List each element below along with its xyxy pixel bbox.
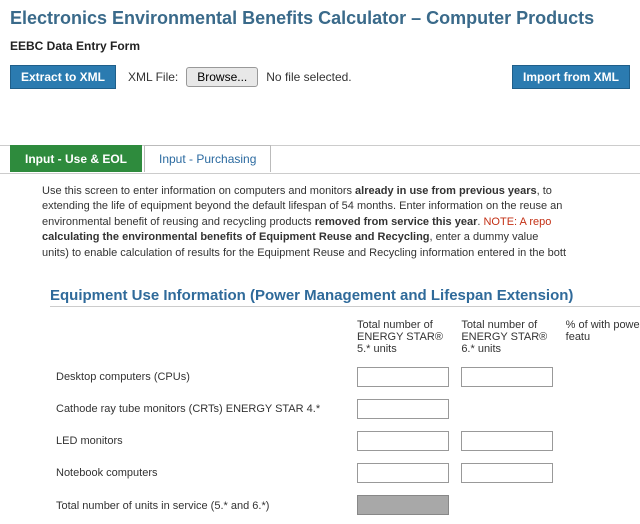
table-row: Notebook computers [50,457,640,489]
import-from-xml-button[interactable]: Import from XML [512,65,630,89]
row-label: Total number of units in service (5.* an… [50,489,351,524]
led-es5-input[interactable] [357,431,449,451]
page-title: Electronics Environmental Benefits Calcu… [0,0,640,33]
col-header-pct: % of with powe featu [560,315,640,361]
row-label: Desktop computers (CPUs) [50,361,351,393]
row-label: Cathode ray tube monitors (CRTs) ENERGY … [50,393,351,425]
tabs: Input - Use & EOL Input - Purchasing [0,145,640,172]
tab-input-use-eol[interactable]: Input - Use & EOL [10,145,142,172]
table-row: Desktop computers (CPUs) [50,361,640,393]
table-row: Cathode ray tube monitors (CRTs) ENERGY … [50,393,640,425]
col-header-es6: Total number of ENERGY STAR® 6.* units [455,315,559,361]
row-label: Notebook computers [50,457,351,489]
col-header-es5: Total number of ENERGY STAR® 5.* units [351,315,455,361]
toolbar: Extract to XML XML File: Browse... No fi… [0,65,640,101]
desktop-es6-input[interactable] [461,367,553,387]
notebook-es5-input[interactable] [357,463,449,483]
browse-button[interactable]: Browse... [186,67,258,87]
desktop-es5-input[interactable] [357,367,449,387]
page-subtitle: EEBC Data Entry Form [0,33,640,65]
crt-es4-input[interactable] [357,399,449,419]
row-label: LED monitors [50,425,351,457]
section-title: Equipment Use Information (Power Managem… [50,287,640,307]
extract-to-xml-button[interactable]: Extract to XML [10,65,116,89]
tab-panel: Use this screen to enter information on … [0,173,640,524]
no-file-selected-label: No file selected. [266,70,351,84]
table-row: Total number of units in service (5.* an… [50,489,640,524]
tab-input-purchasing[interactable]: Input - Purchasing [144,145,271,172]
led-es6-input[interactable] [461,431,553,451]
notebook-es6-input[interactable] [461,463,553,483]
equipment-table: Total number of ENERGY STAR® 5.* units T… [50,315,640,524]
table-row: LED monitors [50,425,640,457]
total-es5-readonly [357,495,449,515]
xml-file-label: XML File: [128,70,178,84]
instructions-text: Use this screen to enter information on … [42,184,640,261]
